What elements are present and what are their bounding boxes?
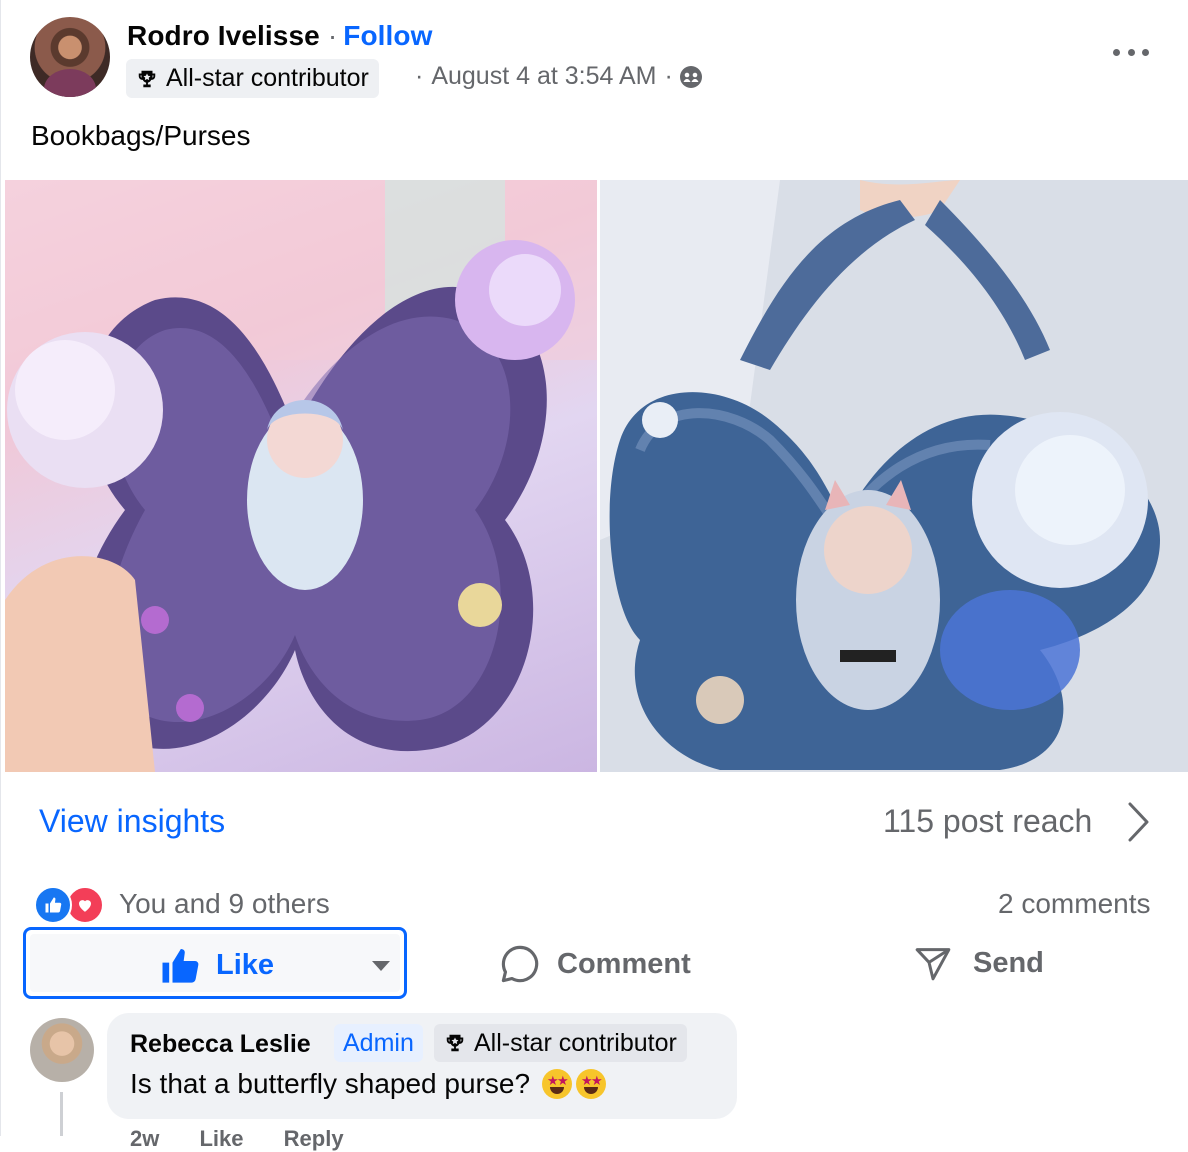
- meta-separator: ·: [415, 62, 424, 90]
- commenter-all-star-badge[interactable]: All-star contributor: [434, 1024, 687, 1062]
- more-options-button[interactable]: [1113, 40, 1149, 64]
- admin-badge[interactable]: Admin: [334, 1024, 423, 1062]
- reaction-summary[interactable]: You and 9 others: [119, 888, 330, 920]
- comment-reply-link[interactable]: Reply: [284, 1126, 344, 1151]
- badge-label: All-star contributor: [166, 64, 369, 92]
- thumbs-up-icon: [162, 949, 199, 983]
- post-timestamp[interactable]: August 4 at 3:54 AM: [431, 62, 656, 91]
- send-icon: [915, 948, 951, 981]
- post-text: Bookbags/Purses: [31, 120, 251, 151]
- post-card: Rodro Ivelisse · Follow All-star contribut…: [0, 0, 1188, 1151]
- view-insights-link[interactable]: View insights: [39, 803, 225, 840]
- send-label: Send: [973, 946, 1044, 979]
- comment-icon: [501, 945, 539, 983]
- group-audience-icon[interactable]: [679, 65, 703, 89]
- chevron-down-icon[interactable]: [372, 961, 390, 971]
- comment-age[interactable]: 2w: [130, 1126, 159, 1151]
- trophy-icon: [138, 70, 156, 87]
- like-reaction-icon: [34, 886, 72, 924]
- star-struck-emoji-icon: [576, 1069, 607, 1099]
- comment-button[interactable]: Comment: [499, 943, 691, 985]
- star-struck-emoji-icon: [542, 1069, 573, 1099]
- thread-line: [60, 1092, 63, 1136]
- author-name[interactable]: Rodro Ivelisse: [127, 20, 320, 51]
- post-photo-2[interactable]: [600, 180, 1188, 772]
- comment-text: Is that a butterfly shaped purse?: [130, 1068, 607, 1100]
- post-reach[interactable]: 115 post reach: [883, 803, 1092, 840]
- more-horizontal-icon: [1113, 48, 1120, 56]
- post-photo-1[interactable]: [5, 180, 597, 772]
- commenter-avatar[interactable]: [30, 1018, 94, 1082]
- comment-label: Comment: [557, 947, 691, 980]
- send-button[interactable]: Send: [913, 943, 1044, 983]
- post-meta: · August 4 at 3:54 AM ·: [415, 62, 703, 91]
- comment-body: Is that a butterfly shaped purse?: [130, 1068, 531, 1099]
- commenter-name[interactable]: Rebecca Leslie: [130, 1030, 311, 1059]
- meta-separator-2: ·: [664, 62, 673, 90]
- like-label: Like: [216, 949, 275, 981]
- post-author-line: Rodro Ivelisse · Follow: [127, 20, 433, 52]
- like-button-bg: [30, 934, 400, 992]
- chevron-right-icon[interactable]: [1125, 800, 1153, 844]
- trophy-icon: [446, 1034, 464, 1052]
- author-avatar[interactable]: [30, 17, 110, 97]
- like-button[interactable]: Like: [23, 927, 407, 999]
- separator: ·: [327, 20, 338, 51]
- comments-count[interactable]: 2 comments: [998, 888, 1151, 920]
- follow-button[interactable]: Follow: [343, 20, 432, 51]
- commenter-badge-label: All-star contributor: [474, 1028, 677, 1057]
- all-star-badge[interactable]: All-star contributor: [126, 59, 379, 98]
- reaction-icons[interactable]: [34, 886, 104, 924]
- comment-like-link[interactable]: Like: [199, 1126, 243, 1151]
- comment-actions: 2w Like Reply: [130, 1126, 378, 1152]
